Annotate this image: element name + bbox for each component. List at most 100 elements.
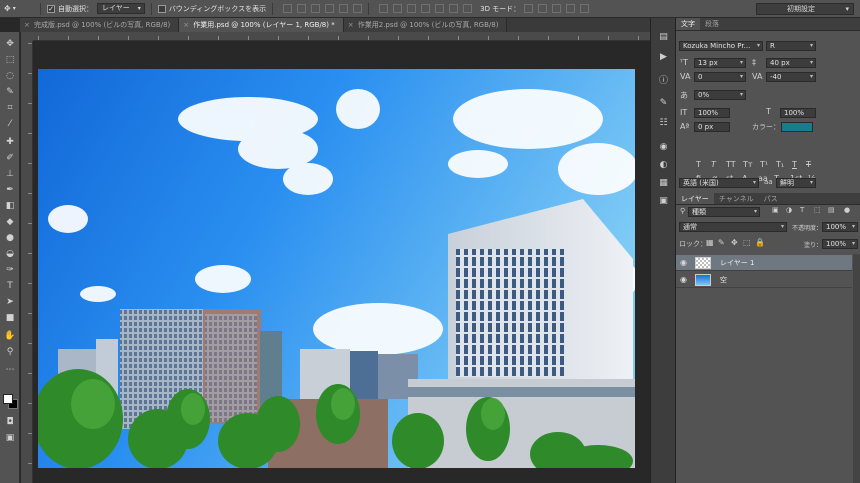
distribute-top-icon[interactable] (379, 4, 389, 13)
marquee-tool-icon[interactable]: ⬚ (4, 54, 16, 66)
3d-rotate-icon[interactable] (524, 4, 534, 13)
distribute-right-icon[interactable] (449, 4, 459, 13)
lasso-tool-icon[interactable]: ◌ (4, 70, 16, 82)
filter-type-icon[interactable]: T (800, 206, 804, 214)
superscript-icon[interactable]: T¹ (760, 160, 768, 169)
navigator-icon[interactable]: ▣ (658, 196, 669, 207)
eye-icon[interactable]: ◉ (680, 275, 687, 284)
layer-row-sky[interactable]: ◉ 空 (676, 272, 852, 288)
tab-layers[interactable]: レイヤー (676, 193, 714, 204)
healing-brush-tool-icon[interactable]: ✚ (4, 136, 16, 148)
all-caps-icon[interactable]: TT (726, 160, 736, 169)
layer-row-layer1[interactable]: ◉ レイヤー 1 (676, 255, 852, 271)
auto-align-icon[interactable] (463, 4, 473, 13)
vertical-scale-field[interactable]: 100% (694, 108, 730, 118)
crop-tool-icon[interactable]: ⌗ (4, 102, 16, 114)
3d-roll-icon[interactable] (538, 4, 548, 13)
lock-all-icon[interactable]: 🔒 (755, 238, 765, 247)
layer-filter-dropdown[interactable]: 種類 (688, 207, 760, 217)
move-tool-icon[interactable]: ✥ (4, 38, 16, 50)
language-dropdown[interactable]: 英語 (米国) (679, 178, 759, 188)
subscript-icon[interactable]: T₁ (776, 160, 784, 169)
filter-shape-icon[interactable]: ⬚ (814, 206, 821, 214)
tsume-field[interactable]: 0% (694, 90, 746, 100)
eyedropper-tool-icon[interactable]: ⁄ (4, 118, 16, 130)
3d-pan-icon[interactable] (552, 4, 562, 13)
tab-working2-psd[interactable]: × 作業用2.psd @ 100% (ビルの写真, RGB/8) (343, 18, 508, 32)
history-brush-tool-icon[interactable]: ✒ (4, 184, 16, 196)
underline-icon[interactable]: T (792, 160, 797, 169)
antialias-dropdown[interactable]: 鮮明 (776, 178, 816, 188)
align-vcenter-icon[interactable] (297, 4, 307, 13)
document-canvas[interactable] (38, 69, 635, 468)
brush-presets-icon[interactable]: ✎ (658, 98, 669, 109)
small-caps-icon[interactable]: Tт (743, 160, 753, 169)
tab-finished-psd[interactable]: × 完成版.psd @ 100% (ビルの写真, RGB/8) (20, 18, 180, 32)
filter-smart-object-icon[interactable]: ▤ (828, 206, 835, 214)
tab-paths[interactable]: パス (759, 193, 783, 204)
close-icon[interactable]: × (24, 18, 30, 32)
eye-icon[interactable]: ◉ (680, 258, 687, 267)
color-icon[interactable]: ◐ (658, 160, 669, 171)
paint-bucket-tool-icon[interactable]: ◆ (4, 216, 16, 228)
faux-italic-icon[interactable]: T (711, 160, 716, 169)
leading-field[interactable]: 40 px (766, 58, 816, 68)
screen-mode-icon[interactable]: ▣ (4, 432, 16, 444)
foreground-color-swatch[interactable] (3, 394, 13, 404)
lock-artboard-icon[interactable]: ⬚ (743, 238, 751, 247)
filter-pixel-icon[interactable]: ▣ (772, 206, 779, 214)
auto-select-dropdown[interactable]: レイヤー (97, 3, 145, 14)
blur-tool-icon[interactable]: ● (4, 232, 16, 244)
stamp-tool-icon[interactable]: ⊥ (4, 168, 16, 180)
tab-working-psd[interactable]: × 作業用.psd @ 100% (レイヤー 1, RGB/8) * (179, 18, 344, 32)
font-size-field[interactable]: 13 px (694, 58, 746, 68)
dodge-tool-icon[interactable]: ◒ (4, 248, 16, 260)
eraser-tool-icon[interactable]: ◧ (4, 200, 16, 212)
close-icon[interactable]: × (183, 18, 189, 32)
font-style-dropdown[interactable]: R (766, 41, 816, 51)
move-tool-preset[interactable]: ✥ ▾ (4, 2, 34, 16)
font-family-dropdown[interactable]: Kozuka Mincho Pr... (679, 41, 763, 51)
filter-toggle-icon[interactable]: ● (844, 206, 850, 214)
horizontal-ruler[interactable] (33, 32, 650, 41)
close-icon[interactable]: × (348, 18, 354, 32)
align-top-icon[interactable] (283, 4, 293, 13)
layer-name[interactable]: 空 (720, 275, 727, 285)
swatches-icon[interactable]: ▦ (658, 178, 669, 189)
zoom-tool-icon[interactable]: ⚲ (4, 346, 16, 358)
faux-bold-icon[interactable]: T (696, 160, 701, 169)
baseline-shift-field[interactable]: 0 px (694, 122, 730, 132)
type-tool-icon[interactable]: T (4, 280, 16, 292)
workspace-dropdown[interactable]: 初期設定 (756, 3, 854, 15)
distribute-left-icon[interactable] (421, 4, 431, 13)
strikethrough-icon[interactable]: T (806, 160, 811, 169)
distribute-bottom-icon[interactable] (407, 4, 417, 13)
lock-position-icon[interactable]: ✥ (731, 238, 738, 247)
lock-transparent-icon[interactable]: ▦ (706, 238, 714, 247)
actions-play-icon[interactable]: ▶ (658, 52, 669, 63)
tab-character[interactable]: 文字 (676, 18, 700, 30)
distribute-vcenter-icon[interactable] (393, 4, 403, 13)
shape-tool-icon[interactable]: ■ (4, 312, 16, 324)
align-left-icon[interactable] (325, 4, 335, 13)
tab-channels[interactable]: チャンネル (714, 193, 759, 204)
auto-select-checkbox[interactable] (47, 4, 55, 13)
quick-mask-icon[interactable]: ◘ (4, 416, 16, 428)
pen-tool-icon[interactable]: ✑ (4, 264, 16, 276)
styles-icon[interactable]: ◉ (658, 142, 669, 153)
layer-name[interactable]: レイヤー 1 (720, 258, 754, 268)
align-right-icon[interactable] (353, 4, 363, 13)
3d-scale-icon[interactable] (580, 4, 590, 13)
align-bottom-icon[interactable] (311, 4, 321, 13)
adjustments-icon[interactable]: ☷ (658, 118, 669, 129)
history-icon[interactable]: ▤ (658, 32, 669, 43)
align-hcenter-icon[interactable] (339, 4, 349, 13)
path-select-tool-icon[interactable]: ➤ (4, 296, 16, 308)
bounding-box-checkbox[interactable] (157, 4, 166, 13)
tab-paragraph[interactable]: 段落 (700, 18, 724, 30)
info-icon[interactable]: ⓘ (658, 76, 669, 87)
filter-adjustment-icon[interactable]: ◑ (786, 206, 792, 214)
more-tools-icon[interactable]: ⋯ (4, 364, 16, 376)
horizontal-scale-field[interactable]: 100% (780, 108, 816, 118)
hand-tool-icon[interactable]: ✋ (4, 330, 16, 342)
